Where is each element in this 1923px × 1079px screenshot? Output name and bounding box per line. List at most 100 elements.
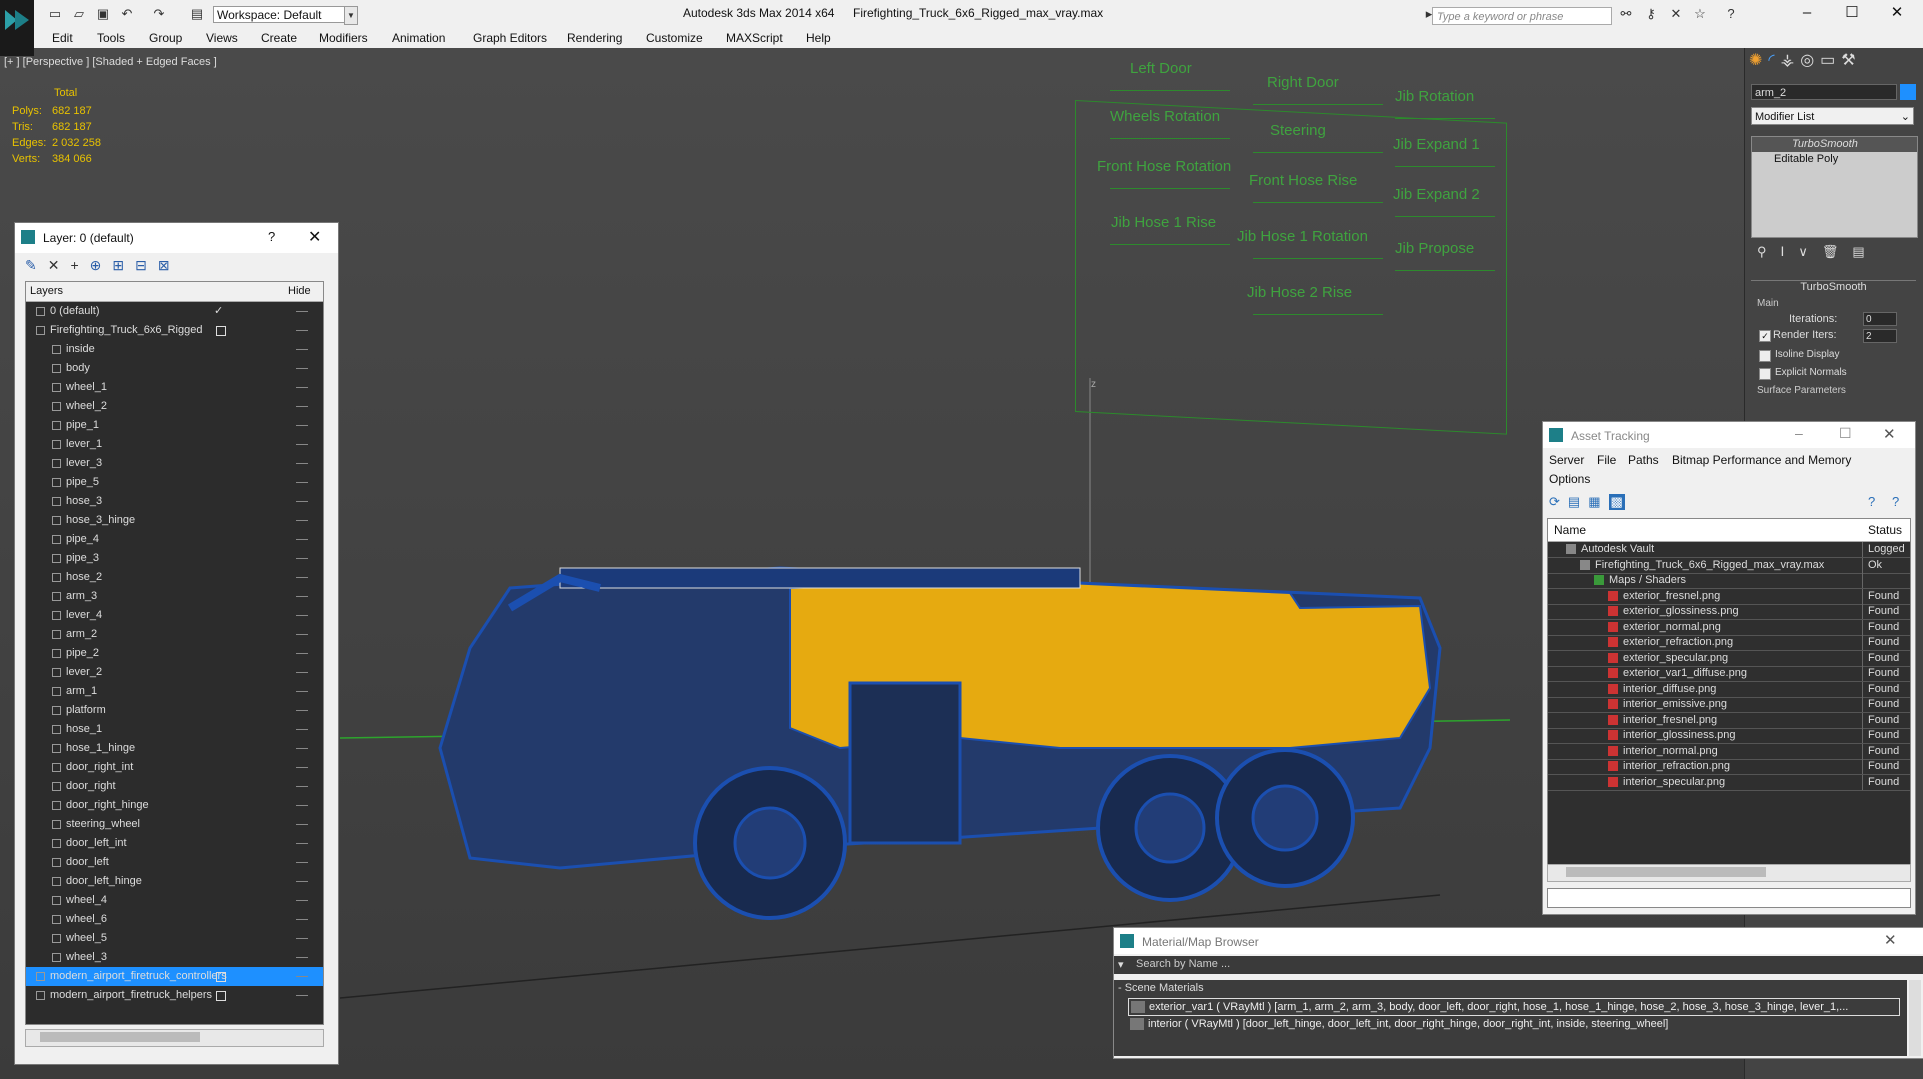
layer-row[interactable]: pipe_1	[26, 416, 323, 435]
menu-views[interactable]: Views	[206, 31, 238, 45]
layer-horizontal-scrollbar[interactable]	[25, 1029, 324, 1047]
asset-row[interactable]: exterior_normal.png Found	[1548, 619, 1910, 636]
help-search-icon[interactable]: ?	[1892, 494, 1899, 509]
hide-toggle[interactable]	[296, 957, 308, 958]
layer-row[interactable]: Firefighting_Truck_6x6_Rigged	[26, 321, 323, 340]
layer-row[interactable]: wheel_3	[26, 948, 323, 967]
menu-customize[interactable]: Customize	[646, 31, 703, 45]
redo-icon[interactable]: ↷	[150, 6, 168, 22]
modifier-list-dropdown[interactable]: Modifier List ⌄	[1751, 107, 1914, 125]
explicit-normals-checkbox[interactable]	[1759, 368, 1771, 380]
layer-row[interactable]: pipe_3	[26, 549, 323, 568]
asset-row[interactable]: exterior_specular.png Found	[1548, 650, 1910, 667]
hide-toggle[interactable]	[296, 672, 308, 673]
stack-item-turbosmooth[interactable]: TurboSmooth	[1752, 137, 1917, 152]
hide-toggle[interactable]	[296, 520, 308, 521]
grid-view-icon[interactable]: ▩	[1608, 494, 1625, 510]
select-objects-icon[interactable]: ⊞	[112, 257, 124, 277]
hide-toggle[interactable]	[296, 995, 308, 996]
new-file-icon[interactable]: ▭	[46, 6, 64, 22]
material-vertical-scrollbar[interactable]	[1909, 980, 1921, 1056]
highlight-layer-icon[interactable]: ⊟	[135, 257, 147, 277]
hide-toggle[interactable]	[296, 786, 308, 787]
asset-horizontal-scrollbar[interactable]	[1547, 864, 1911, 882]
menu-help[interactable]: Help	[806, 31, 831, 45]
layer-row[interactable]: lever_3	[26, 454, 323, 473]
add-layer-icon[interactable]: +	[70, 257, 78, 277]
hide-toggle[interactable]	[296, 691, 308, 692]
current-layer-check-icon[interactable]: ✓	[214, 302, 223, 321]
hide-toggle[interactable]	[296, 938, 308, 939]
layer-row[interactable]: lever_4	[26, 606, 323, 625]
hide-toggle[interactable]	[296, 843, 308, 844]
scrollbar-thumb[interactable]	[40, 1032, 200, 1042]
control-jib-hose-1-rise[interactable]: Jib Hose 1 Rise	[1111, 214, 1216, 231]
motion-tab-icon[interactable]: ◎	[1800, 50, 1814, 74]
binoculars-icon[interactable]: ⚯	[1617, 6, 1635, 22]
layer-row[interactable]: hose_1	[26, 720, 323, 739]
layer-row[interactable]: pipe_5	[26, 473, 323, 492]
hide-toggle[interactable]	[296, 330, 308, 331]
hide-toggle[interactable]	[296, 501, 308, 502]
hide-toggle[interactable]	[296, 881, 308, 882]
key-icon[interactable]: ⚷	[1642, 6, 1660, 22]
layer-row[interactable]: steering_wheel	[26, 815, 323, 834]
layer-row[interactable]: lever_2	[26, 663, 323, 682]
asset-row[interactable]: Maps / Shaders	[1548, 573, 1910, 589]
material-item[interactable]: exterior_var1 ( VRayMtl ) [arm_1, arm_2,…	[1128, 998, 1900, 1016]
open-file-icon[interactable]: ▱	[70, 6, 88, 22]
control-front-hose-rotation[interactable]: Front Hose Rotation	[1097, 158, 1231, 175]
asset-row[interactable]: Firefighting_Truck_6x6_Rigged_max_vray.m…	[1548, 557, 1910, 574]
layer-row[interactable]: modern_airport_firetruck_controllers	[26, 967, 323, 986]
minimize-icon[interactable]: –	[1795, 425, 1803, 441]
layer-row[interactable]: wheel_6	[26, 910, 323, 929]
menu-edit[interactable]: Edit	[52, 31, 73, 45]
object-color-swatch[interactable]	[1900, 84, 1916, 100]
help-icon[interactable]: ?	[1722, 6, 1740, 22]
hide-toggle[interactable]	[296, 349, 308, 350]
layer-row[interactable]: 0 (default) ✓	[26, 302, 323, 321]
hide-all-icon[interactable]: ⊠	[158, 257, 170, 277]
asset-row[interactable]: exterior_var1_diffuse.png Found	[1548, 666, 1910, 682]
hide-toggle[interactable]	[296, 653, 308, 654]
control-jib-expand-2[interactable]: Jib Expand 2	[1393, 186, 1480, 203]
layer-row[interactable]: door_right	[26, 777, 323, 796]
material-search-input[interactable]: Search by Name ...	[1136, 958, 1906, 972]
asset-row[interactable]: interior_emissive.png Found	[1548, 697, 1910, 713]
layer-list[interactable]: Layers Hide 0 (default) ✓ Firefighting_Tru…	[25, 281, 324, 1025]
control-right-door[interactable]: Right Door	[1267, 74, 1339, 91]
hide-toggle[interactable]	[296, 463, 308, 464]
layer-row[interactable]: door_left_int	[26, 834, 323, 853]
control-jib-propose[interactable]: Jib Propose	[1395, 240, 1474, 257]
help-icon[interactable]: ?	[268, 229, 275, 244]
close-icon[interactable]: ✕	[1884, 931, 1897, 949]
asset-path-field[interactable]	[1547, 888, 1911, 908]
layer-row[interactable]: door_right_hinge	[26, 796, 323, 815]
hide-toggle[interactable]	[296, 368, 308, 369]
close-icon[interactable]: ✕	[1877, 2, 1917, 24]
delete-layer-icon[interactable]: ✕	[48, 257, 60, 277]
show-end-result-icon[interactable]: Ⅰ	[1781, 244, 1785, 262]
asset-row[interactable]: interior_normal.png Found	[1548, 743, 1910, 760]
asset-row[interactable]: interior_diffuse.png Found	[1548, 681, 1910, 698]
column-hide[interactable]: Hide	[288, 282, 311, 301]
minimize-icon[interactable]: –	[1787, 2, 1827, 24]
layer-row[interactable]: modern_airport_firetruck_helpers	[26, 986, 323, 1005]
scrollbar-thumb[interactable]	[1566, 867, 1766, 877]
asset-menu-bitmap[interactable]: Bitmap Performance and Memory	[1672, 453, 1851, 467]
modify-tab-icon[interactable]: ◜	[1768, 50, 1774, 74]
layer-row[interactable]: hose_2	[26, 568, 323, 587]
hide-toggle[interactable]	[296, 862, 308, 863]
layer-row[interactable]: hose_3_hinge	[26, 511, 323, 530]
table-view-icon[interactable]: ▦	[1588, 494, 1600, 510]
menu-maxscript[interactable]: MAXScript	[726, 31, 783, 45]
menu-animation[interactable]: Animation	[392, 31, 445, 45]
hide-toggle[interactable]	[296, 900, 308, 901]
layer-row[interactable]: wheel_4	[26, 891, 323, 910]
make-unique-icon[interactable]: ∨	[1798, 244, 1808, 262]
asset-list[interactable]: Name Status Autodesk Vault Logged Firefigh…	[1547, 518, 1911, 880]
hide-toggle[interactable]	[296, 425, 308, 426]
menu-rendering[interactable]: Rendering	[567, 31, 622, 45]
hide-toggle[interactable]	[296, 634, 308, 635]
asset-row[interactable]: interior_refraction.png Found	[1548, 759, 1910, 775]
